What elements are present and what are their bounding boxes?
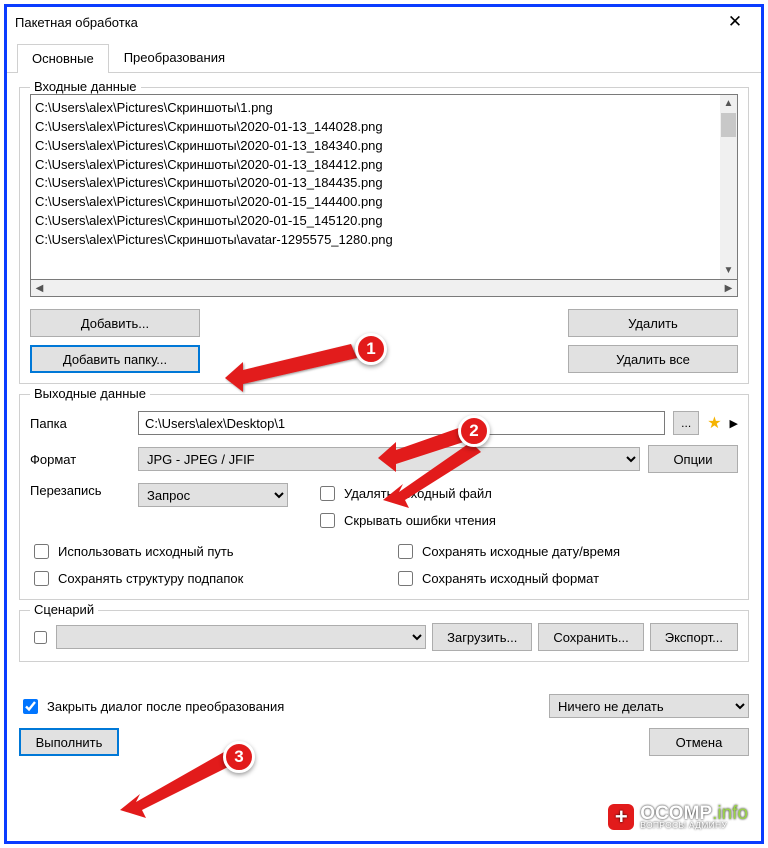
overwrite-label: Перезапись — [30, 483, 130, 498]
file-list[interactable]: C:\Users\alex\Pictures\Скриншоты\1.pngC:… — [30, 94, 738, 280]
list-item[interactable]: C:\Users\alex\Pictures\Скриншоты\2020-01… — [35, 118, 718, 137]
browse-button[interactable]: ... — [673, 411, 699, 435]
favorite-icon[interactable]: ★ — [707, 413, 721, 433]
scenario-load-button[interactable]: Загрузить... — [432, 623, 532, 651]
scroll-thumb[interactable] — [721, 113, 736, 137]
add-folder-button[interactable]: Добавить папку... — [30, 345, 200, 373]
options-button[interactable]: Oпции — [648, 445, 738, 473]
hscrollbar[interactable]: ◀ ▶ — [30, 280, 738, 297]
scroll-down-icon[interactable]: ▼ — [720, 262, 737, 279]
annotation-badge-2: 2 — [458, 415, 490, 447]
remove-all-button[interactable]: Удалить все — [568, 345, 738, 373]
tabs: Основные Преобразования — [7, 43, 761, 73]
scenario-save-button[interactable]: Сохранить... — [538, 623, 643, 651]
list-item[interactable]: C:\Users\alex\Pictures\Скриншоты\avatar-… — [35, 231, 718, 250]
watermark-plus-icon: + — [608, 804, 634, 830]
format-label: Формат — [30, 452, 130, 467]
chk-use-src-path[interactable]: Использовать исходный путь — [30, 541, 374, 562]
annotation-arrow-2b — [383, 442, 493, 512]
chk-keep-date[interactable]: Сохранять исходные дату/время — [394, 541, 738, 562]
scenario-enable-checkbox[interactable] — [34, 631, 47, 644]
more-icon[interactable]: ▶ — [730, 417, 738, 430]
cancel-button[interactable]: Отмена — [649, 728, 749, 756]
tab-transform[interactable]: Преобразования — [109, 43, 240, 72]
chk-close-after[interactable]: Закрыть диалог после преобразования — [19, 696, 284, 717]
vscrollbar[interactable]: ▲ ▼ — [720, 95, 737, 279]
window-title: Пакетная обработка — [15, 15, 138, 30]
chk-hide-read-err[interactable]: Скрывать ошибки чтения — [316, 510, 738, 531]
execute-button[interactable]: Выполнить — [19, 728, 119, 756]
list-item[interactable]: C:\Users\alex\Pictures\Скриншоты\2020-01… — [35, 156, 718, 175]
chk-delete-src[interactable]: Удалять исходный файл — [316, 483, 738, 504]
close-icon[interactable]: ✕ — [713, 12, 757, 32]
scroll-left-icon[interactable]: ◀ — [31, 283, 48, 294]
list-item[interactable]: C:\Users\alex\Pictures\Скриншоты\2020-01… — [35, 174, 718, 193]
annotation-arrow-1 — [225, 336, 365, 396]
output-legend: Выходные данные — [30, 386, 150, 401]
after-action-select[interactable]: Ничего не делать — [549, 694, 749, 718]
tab-main[interactable]: Основные — [17, 44, 109, 73]
add-button[interactable]: Добавить... — [30, 309, 200, 337]
watermark: + OCOMP.info ВОПРОСЫ АДМИНУ — [608, 804, 748, 830]
annotation-arrow-3 — [120, 752, 240, 822]
scenario-group: Сценарий Загрузить... Сохранить... Экспо… — [19, 610, 749, 662]
scroll-right-icon[interactable]: ▶ — [720, 283, 737, 294]
input-legend: Входные данные — [30, 79, 141, 94]
annotation-badge-1: 1 — [355, 333, 387, 365]
scenario-legend: Сценарий — [30, 602, 98, 617]
annotation-badge-3: 3 — [223, 741, 255, 773]
list-item[interactable]: C:\Users\alex\Pictures\Скриншоты\2020-01… — [35, 193, 718, 212]
overwrite-select[interactable]: Запрос — [138, 483, 288, 507]
list-item[interactable]: C:\Users\alex\Pictures\Скриншоты\2020-01… — [35, 212, 718, 231]
remove-button[interactable]: Удалить — [568, 309, 738, 337]
chk-keep-format[interactable]: Сохранять исходный формат — [394, 568, 738, 589]
chk-keep-subfolders[interactable]: Сохранять структуру подпапок — [30, 568, 374, 589]
scroll-up-icon[interactable]: ▲ — [721, 95, 736, 112]
list-item[interactable]: C:\Users\alex\Pictures\Скриншоты\1.png — [35, 99, 718, 118]
scenario-select[interactable] — [56, 625, 426, 649]
scenario-export-button[interactable]: Экспорт... — [650, 623, 738, 651]
list-item[interactable]: C:\Users\alex\Pictures\Скриншоты\2020-01… — [35, 137, 718, 156]
folder-label: Папка — [30, 416, 130, 431]
